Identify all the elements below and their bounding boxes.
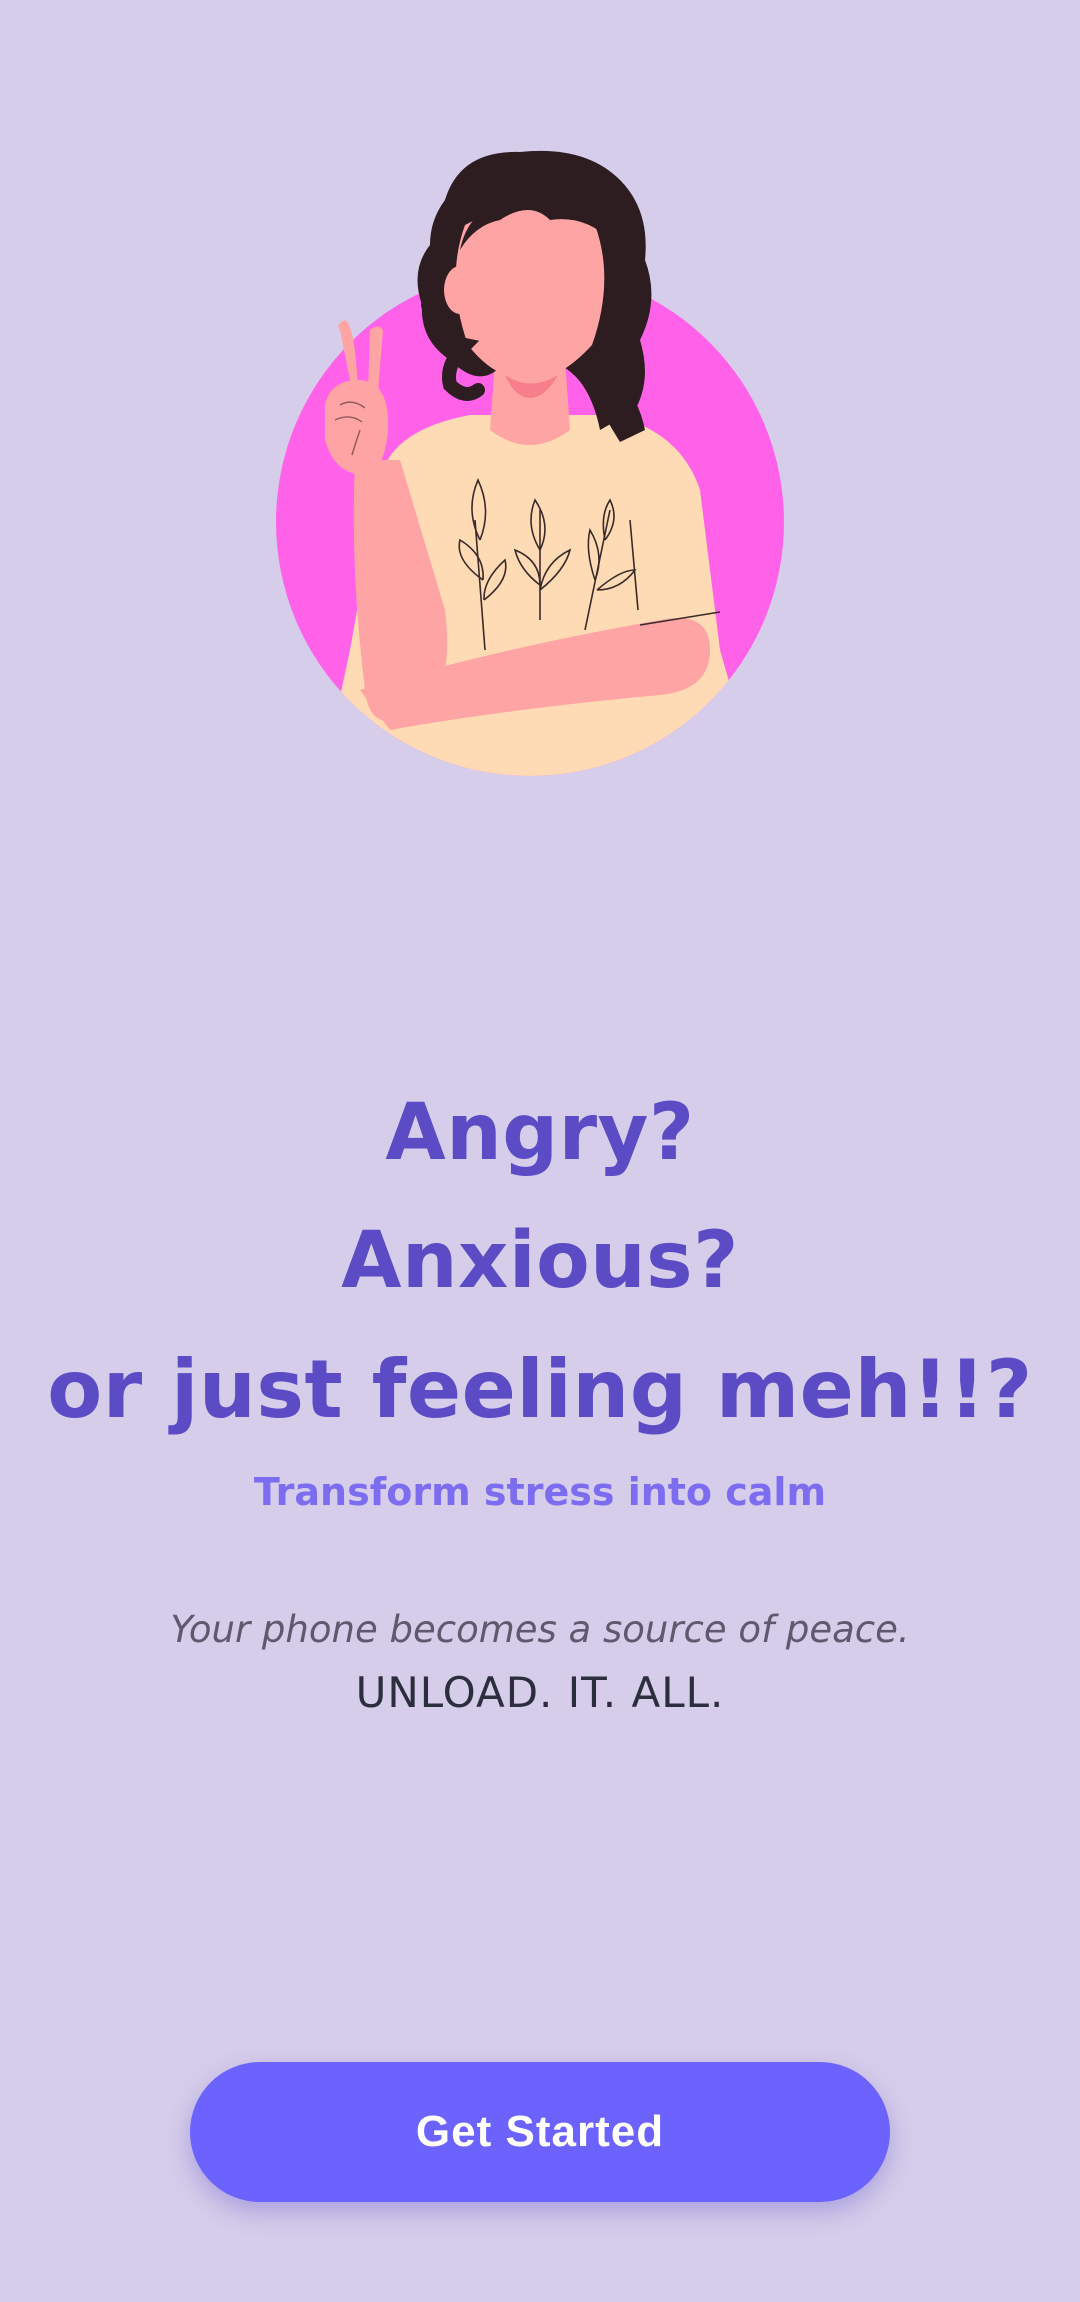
- headline-line-2: Anxious?: [341, 1216, 739, 1306]
- hero-illustration: [240, 130, 840, 790]
- headline-line-3: or just feeling meh!!?: [47, 1343, 1033, 1436]
- subtitle: Transform stress into calm: [253, 1470, 827, 1514]
- onboarding-screen: Angry? Anxious? or just feeling meh!!? T…: [0, 0, 1080, 2302]
- woman-peace-sign-illustration: [276, 150, 784, 776]
- get-started-button[interactable]: Get Started: [190, 2062, 890, 2202]
- headline-line-1: Angry?: [385, 1088, 695, 1178]
- tagline: Your phone becomes a source of peace.: [170, 1608, 910, 1651]
- unload-text: UNLOAD. IT. ALL.: [355, 1668, 725, 1717]
